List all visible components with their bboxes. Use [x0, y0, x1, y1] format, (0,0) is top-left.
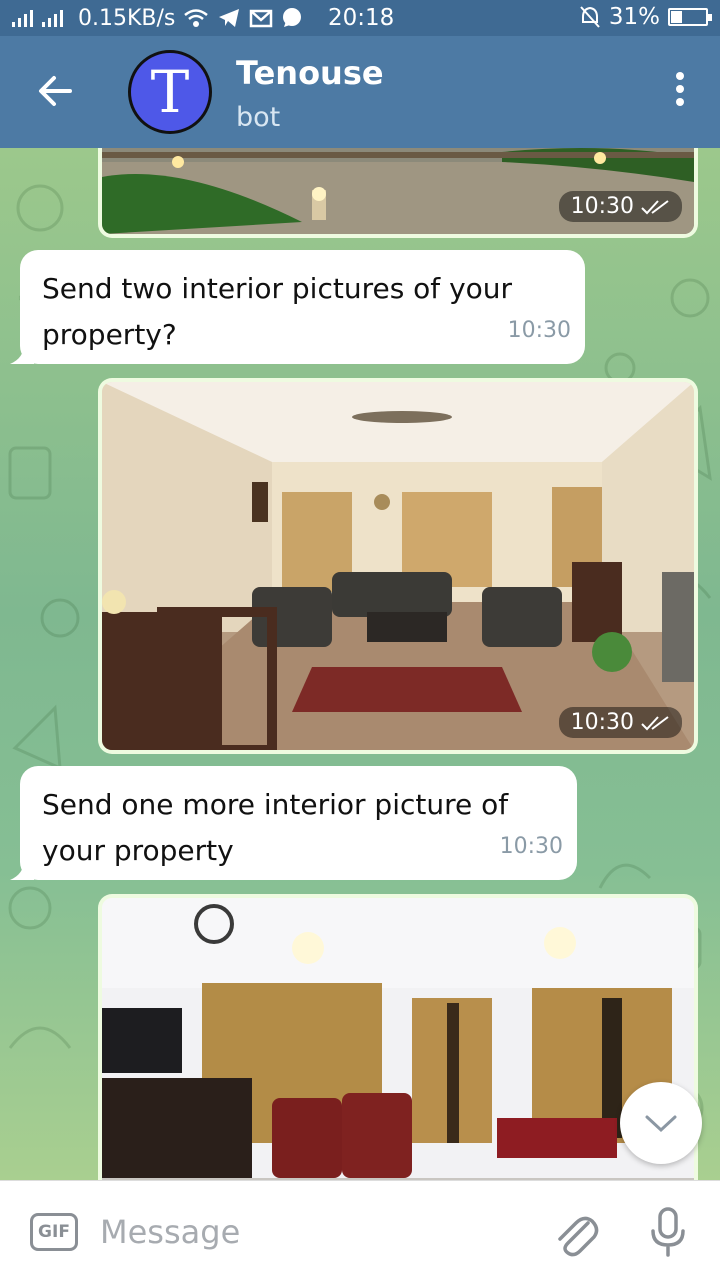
dot-icon [676, 85, 684, 93]
whatsapp-icon [283, 8, 302, 27]
bubble-tail [10, 340, 34, 364]
chevron-down-icon [645, 1115, 677, 1133]
message-text-line: Send one more interior picture of [42, 788, 509, 821]
bubble-tail [10, 856, 34, 880]
more-options-button[interactable] [670, 72, 690, 112]
back-arrow-icon [39, 76, 72, 106]
chat-area[interactable]: 10:30 Send two interior pictures of your… [0, 148, 720, 1180]
message-text-line: your property [42, 834, 234, 867]
battery-percent: 31% [608, 4, 660, 30]
microphone-icon [651, 1207, 685, 1257]
status-left: 0.15KB/s [10, 6, 303, 31]
text-message[interactable]: Send one more interior picture of your p… [10, 766, 577, 880]
double-check-icon [641, 199, 669, 214]
living-room-image [102, 382, 694, 750]
attach-button[interactable] [552, 1207, 600, 1259]
message-text-line: property? [42, 318, 177, 351]
status-time: 20:18 [328, 5, 395, 31]
message-time: 10:30 [558, 191, 682, 222]
mute-bell-icon [580, 6, 600, 28]
double-check-icon [641, 715, 669, 730]
photo-message[interactable]: 10:30 [98, 148, 698, 238]
message-text-line: Send two interior pictures of your [42, 272, 513, 305]
message-time: 10:30 [507, 318, 571, 343]
gmail-icon [250, 9, 273, 28]
message-input-bar: GIF [0, 1180, 720, 1280]
room-image [102, 898, 694, 1180]
network-speed: 0.15KB/s [78, 5, 176, 31]
photo-message[interactable]: 10:30 [98, 378, 698, 754]
exterior-photo[interactable]: 10:30 [102, 148, 694, 234]
paperclip-icon [558, 1216, 599, 1257]
status-bar: 0.15KB/s 20:18 31% [0, 0, 720, 36]
scroll-down-button[interactable] [620, 1082, 702, 1164]
gif-button[interactable]: GIF [30, 1213, 78, 1251]
photo-message[interactable] [98, 894, 698, 1180]
time-label: 10:30 [570, 194, 634, 219]
chat-title[interactable]: Tenouse [236, 54, 384, 92]
interior-photo[interactable] [102, 898, 694, 1180]
chat-subtitle: bot [236, 102, 281, 133]
dot-icon [676, 98, 684, 106]
text-message[interactable]: Send two interior pictures of your prope… [10, 250, 585, 364]
time-label: 10:30 [570, 710, 634, 735]
microphone-button[interactable] [648, 1205, 688, 1261]
telegram-icon [219, 9, 240, 27]
back-button[interactable] [30, 66, 80, 116]
status-right: 31% [579, 4, 712, 30]
wifi-icon [184, 9, 209, 27]
message-time: 10:30 [558, 707, 682, 738]
message-time: 10:30 [499, 834, 563, 859]
chat-header: T Tenouse bot [0, 36, 720, 148]
message-input[interactable] [100, 1205, 520, 1259]
avatar[interactable]: T [128, 50, 212, 134]
signal-icon [12, 10, 63, 27]
interior-photo[interactable]: 10:30 [102, 382, 694, 750]
battery-icon [668, 8, 712, 26]
dot-icon [676, 72, 684, 80]
